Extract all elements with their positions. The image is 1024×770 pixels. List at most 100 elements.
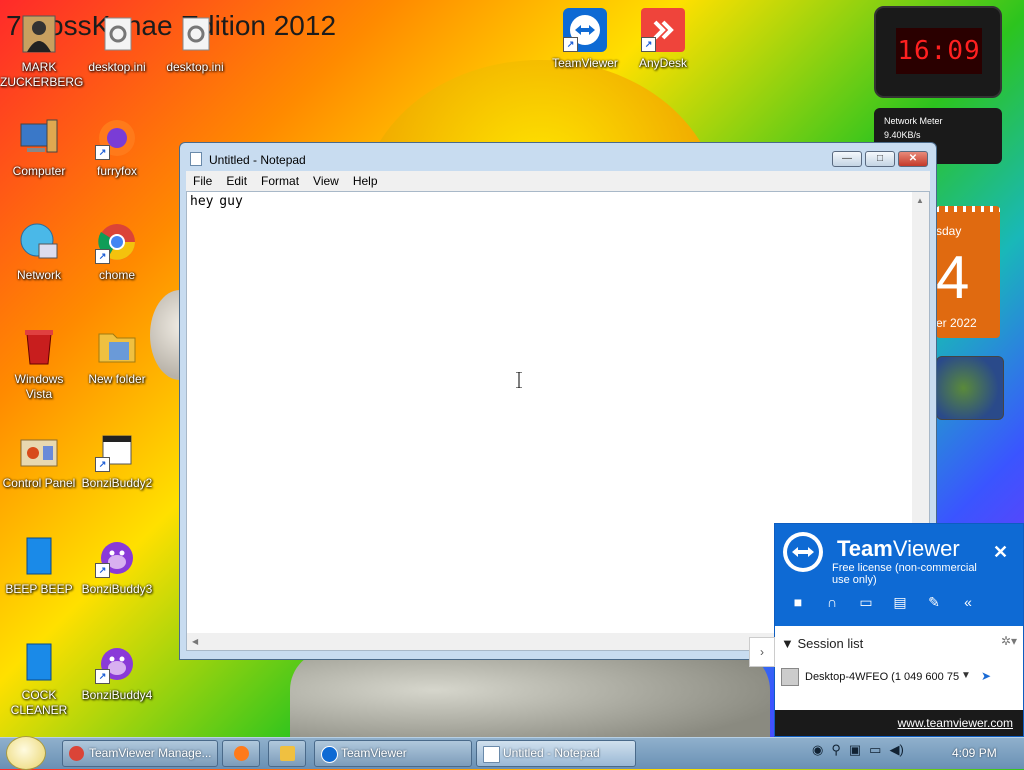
taskbar-item-notepad[interactable]: Untitled - Notepad <box>476 740 636 767</box>
teamviewer-logo-icon <box>783 532 823 572</box>
network-meter-value: 9.40KB/s <box>884 130 921 140</box>
notepad-content: hey guy <box>190 194 243 209</box>
collapse-panel-icon[interactable]: « <box>955 594 981 610</box>
firefox-icon: ↗ <box>95 116 139 160</box>
license-text: Free license (non-commercial use only) <box>832 562 977 586</box>
notepad-menubar: File Edit Format View Help <box>186 171 930 191</box>
menu-format[interactable]: Format <box>254 171 306 188</box>
icon-label: Network <box>16 268 61 282</box>
desktop-icon-furryfox[interactable]: ↗ furryfox <box>78 116 156 179</box>
clock-gadget[interactable]: 16:09 <box>874 6 1002 98</box>
icon-label: desktop.ini <box>88 60 146 74</box>
headset-icon[interactable]: ∩ <box>819 594 845 610</box>
taskbar-item-explorer[interactable] <box>268 740 306 767</box>
shortcut-arrow-icon: ↗ <box>563 37 578 52</box>
recycle-bin-icon <box>17 324 61 368</box>
teamviewer-icon: ↗ <box>563 8 607 52</box>
scroll-up-icon[interactable]: ▲ <box>916 196 924 205</box>
minimize-button[interactable]: — <box>832 151 862 167</box>
menu-file[interactable]: File <box>186 171 219 188</box>
icon-label: Windows Vista <box>14 372 64 401</box>
desktop-icon-chome[interactable]: ↗ chome <box>78 220 156 283</box>
icon-label: chome <box>98 268 136 282</box>
menu-edit[interactable]: Edit <box>219 171 254 188</box>
session-list-label: Session list <box>797 636 864 651</box>
person-icon <box>17 12 61 56</box>
device-dropdown-icon[interactable]: ▼ <box>961 670 971 681</box>
files-icon[interactable]: ▤ <box>887 594 913 611</box>
chat-icon[interactable]: ▭ <box>853 594 879 611</box>
wallpaper-shoes <box>290 650 770 750</box>
teamviewer-link[interactable]: www.teamviewer.com <box>898 716 1013 730</box>
taskbar-clock[interactable]: 4:09 PM <box>952 746 997 760</box>
clock-time: 16:09 <box>896 28 982 74</box>
notepad-titlebar[interactable]: Untitled - Notepad — □ ✕ <box>180 143 936 173</box>
desktop-icon-beep-beep[interactable]: BEEP BEEP <box>0 534 78 597</box>
avatar <box>781 668 799 686</box>
brand-viewer: Viewer <box>892 536 960 561</box>
system-tray: ◉ ⚲ ▣ ▭ ◀) <box>812 742 912 758</box>
icon-label: desktop.ini <box>166 60 224 74</box>
calendar-gadget[interactable]: sday 4 er 2022 <box>936 206 1000 338</box>
icon-label: furryfox <box>96 164 137 178</box>
expand-panel-button[interactable]: › <box>749 637 775 667</box>
menu-help[interactable]: Help <box>346 171 385 188</box>
map-gadget[interactable] <box>936 356 1004 420</box>
taskbar-item-chrome[interactable]: TeamViewer Manage... <box>62 740 218 767</box>
shortcut-arrow-icon: ↗ <box>95 249 110 264</box>
session-list-header[interactable]: ▼ Session list <box>781 636 863 651</box>
start-button[interactable] <box>6 736 46 770</box>
chrome-icon: ↗ <box>95 220 139 264</box>
desktop-icon-control-panel[interactable]: Control Panel <box>0 428 78 491</box>
text-cursor-icon <box>516 372 522 388</box>
search-tray-icon[interactable]: ⚲ <box>831 742 841 757</box>
icon-label: TeamViewer <box>552 56 618 70</box>
monitor-tray-icon[interactable]: ▭ <box>869 742 881 757</box>
desktop-icon-cock-cleaner[interactable]: COCK CLEANER <box>0 640 78 718</box>
desktop-icon-bonzibuddy2[interactable]: ↗ BonziBuddy2 <box>78 428 156 491</box>
panel-close-icon[interactable]: ✕ <box>993 542 1008 563</box>
taskbar: TeamViewer Manage... TeamViewer Untitled… <box>0 736 1024 770</box>
taskbar-label: TeamViewer <box>341 746 407 760</box>
shortcut-arrow-icon: ↗ <box>95 145 110 160</box>
desktop-icon-windows-vista[interactable]: Windows Vista <box>0 324 78 402</box>
whiteboard-icon[interactable]: ✎ <box>921 594 947 611</box>
blue-app-icon <box>17 534 61 578</box>
maximize-button[interactable]: □ <box>865 151 895 167</box>
desktop-icon-mark-zuckerberg[interactable]: MARK ZUCKERBERG <box>0 12 83 90</box>
teamviewer-footer: www.teamviewer.com <box>775 710 1023 736</box>
session-device[interactable]: Desktop-4WFEO (1 049 600 75 <box>781 668 975 686</box>
teamviewer-panel[interactable]: TeamViewer Free license (non-commercial … <box>749 523 1024 737</box>
teamviewer-tray-icon[interactable]: ◉ <box>812 742 823 757</box>
gear-icon[interactable]: ✲▾ <box>1001 634 1017 648</box>
triangle-down-icon: ▼ <box>781 636 798 651</box>
desktop-icon-bonzibuddy3[interactable]: ↗ BonziBuddy3 <box>78 534 156 597</box>
desktop-icon-new-folder[interactable]: New folder <box>78 324 156 387</box>
taskbar-item-firefox[interactable] <box>222 740 260 767</box>
desktop-icon-desktop-ini-2[interactable]: desktop.ini <box>156 12 234 75</box>
close-button[interactable]: ✕ <box>898 151 928 167</box>
notepad-title: Untitled - Notepad <box>209 153 306 167</box>
icon-label: Computer <box>12 164 66 178</box>
computer-icon <box>17 116 61 160</box>
desktop-icon-teamviewer[interactable]: ↗ TeamViewer <box>546 8 624 71</box>
desktop-icon-anydesk[interactable]: ↗ AnyDesk <box>624 8 702 71</box>
taskbar-item-teamviewer[interactable]: TeamViewer <box>314 740 472 767</box>
desktop-icon-network[interactable]: Network <box>0 220 78 283</box>
desktop-icon-bonzibuddy4[interactable]: ↗ BonziBuddy4 <box>78 640 156 703</box>
desktop-icon-desktop-ini[interactable]: desktop.ini <box>78 12 156 75</box>
firefox-icon <box>234 746 249 761</box>
gorilla-icon: ↗ <box>95 640 139 684</box>
volume-icon[interactable]: ◀) <box>889 742 903 757</box>
network-error-tray-icon[interactable]: ▣ <box>849 742 861 757</box>
connect-pointer-icon[interactable]: ➤ <box>981 669 991 683</box>
desktop-icon-computer[interactable]: Computer <box>0 116 78 179</box>
calendar-date: 4 <box>936 244 970 311</box>
menu-view[interactable]: View <box>306 171 346 188</box>
video-icon[interactable]: ■ <box>785 594 811 610</box>
chrome-icon <box>69 746 84 761</box>
icon-label: COCK CLEANER <box>10 688 68 717</box>
teamviewer-icon <box>321 746 338 763</box>
scroll-left-icon[interactable]: ◀ <box>192 637 198 646</box>
brand-team: Team <box>837 536 893 561</box>
